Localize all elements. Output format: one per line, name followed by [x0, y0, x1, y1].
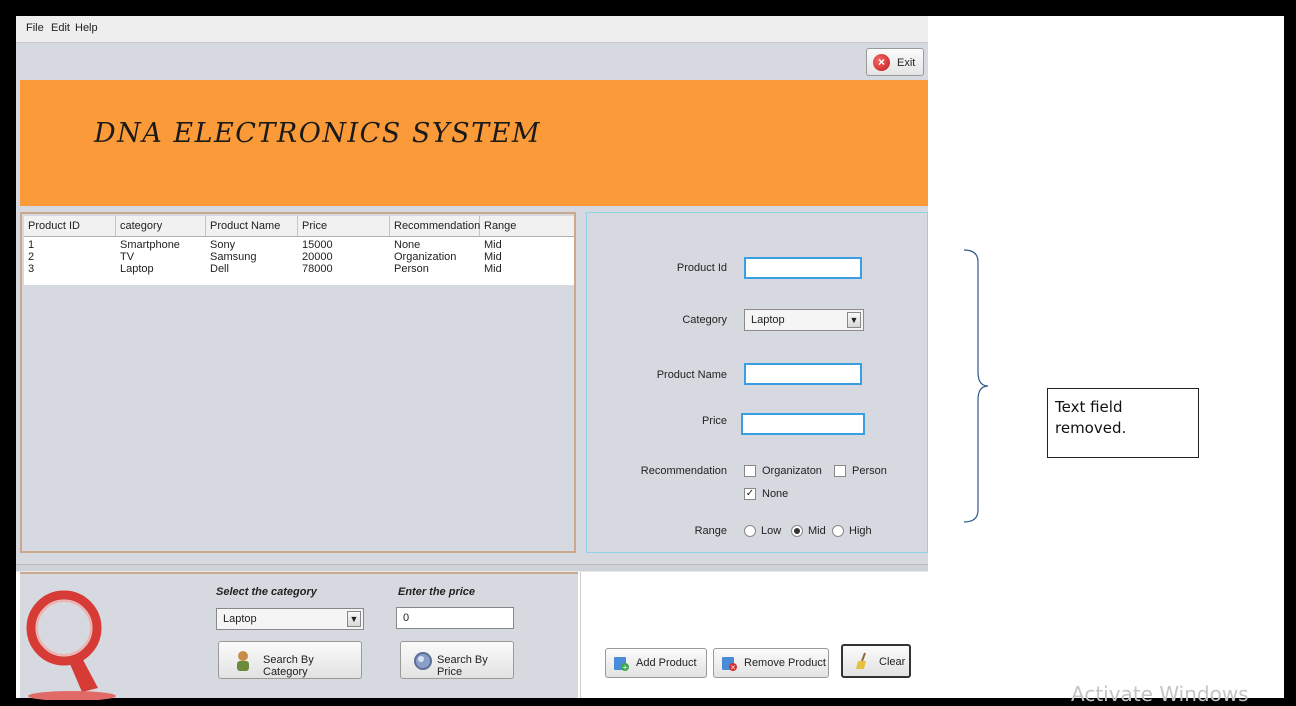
cell-product-name: Dell	[210, 263, 229, 275]
magnifier-logo-icon	[26, 590, 116, 700]
cell-recommendation: Organization	[394, 251, 457, 263]
range-label: Range	[694, 525, 727, 537]
none-option-label: None	[762, 488, 789, 500]
person-checkbox[interactable]	[834, 465, 846, 477]
range-high-radio[interactable]	[832, 525, 844, 537]
range-mid-label: Mid	[808, 525, 826, 537]
annotation-bracket	[964, 249, 988, 523]
range-low-radio[interactable]	[744, 525, 756, 537]
search-by-category-label: Search By Category	[263, 654, 314, 678]
cell-category: Smartphone	[120, 239, 180, 251]
product-name-label: Product Name	[656, 369, 727, 381]
table-header: Product ID category Product Name Price R…	[24, 216, 574, 237]
chevron-down-icon[interactable]: ▼	[347, 611, 361, 627]
header-banner: DNA ELECTRONICS SYSTEM	[20, 80, 928, 206]
column-header-product-name[interactable]: Product Name	[206, 216, 298, 236]
remove-product-button[interactable]: × Remove Product	[713, 648, 829, 678]
product-name-input[interactable]	[744, 363, 862, 385]
action-panel: + Add Product × Remove Product Clear	[580, 572, 929, 698]
cell-product-id: 2	[28, 251, 35, 263]
cell-range: Mid	[484, 251, 502, 263]
activate-windows-watermark: Activate Windows	[1071, 682, 1249, 706]
cell-price: 15000	[302, 239, 333, 251]
remove-product-label: Remove Product	[744, 657, 826, 669]
panel-divider	[16, 564, 928, 572]
table-row[interactable]: 3 Laptop Dell 78000 Person Mid	[24, 263, 574, 275]
chevron-down-icon[interactable]: ▼	[847, 312, 861, 328]
table-row[interactable]: 1 Smartphone Sony 15000 None Mid	[24, 239, 574, 251]
product-table-panel: Product ID category Product Name Price R…	[20, 212, 576, 553]
add-product-label: Add Product	[636, 657, 697, 669]
enter-price-heading: Enter the price	[398, 586, 476, 598]
cell-category: TV	[120, 251, 135, 263]
organization-checkbox[interactable]	[744, 465, 756, 477]
remove-product-icon: ×	[722, 657, 737, 672]
cell-product-name: Sony	[210, 239, 236, 251]
price-input[interactable]	[741, 413, 865, 435]
person-icon	[237, 651, 249, 671]
column-header-product-id[interactable]: Product ID	[24, 216, 116, 236]
product-id-label: Product Id	[676, 262, 727, 274]
organization-option-label: Organizaton	[762, 465, 822, 477]
search-icon	[414, 652, 432, 670]
cell-product-name: Samsung	[210, 251, 257, 263]
annotation-note: Text field removed.	[1047, 388, 1199, 458]
table-row[interactable]: 2 TV Samsung 20000 Organization Mid	[24, 251, 574, 263]
select-category-heading: Select the category	[216, 586, 317, 598]
exit-label: Exit	[897, 57, 916, 69]
category-select-value: Laptop	[751, 314, 785, 326]
svg-text:×: ×	[730, 664, 736, 672]
cell-price: 78000	[302, 263, 333, 275]
close-circle-icon: ×	[873, 54, 890, 71]
cell-price: 20000	[302, 251, 333, 263]
person-option-label: Person	[852, 465, 887, 477]
category-select[interactable]: Laptop ▼	[744, 309, 864, 331]
category-label: Category	[682, 314, 727, 326]
column-header-range[interactable]: Range	[480, 216, 574, 236]
none-checkbox[interactable]: ✓	[744, 488, 756, 500]
exit-button[interactable]: × Exit	[866, 48, 924, 76]
cell-range: Mid	[484, 239, 502, 251]
search-category-select[interactable]: Laptop ▼	[216, 608, 364, 630]
clear-button[interactable]: Clear	[841, 644, 911, 678]
product-form-panel: Product Id Category Laptop ▼ Product Nam…	[586, 212, 928, 553]
search-by-price-button[interactable]: Search By Price	[400, 641, 514, 679]
search-price-input[interactable]: 0	[396, 607, 514, 629]
clear-label: Clear	[879, 656, 906, 668]
screenshot-window: File Edit Help × Exit DNA ELECTRONICS SY…	[16, 16, 1284, 706]
add-product-icon: +	[614, 657, 629, 672]
application-window: File Edit Help × Exit DNA ELECTRONICS SY…	[16, 16, 929, 700]
add-product-button[interactable]: + Add Product	[605, 648, 707, 678]
broom-icon	[856, 652, 866, 669]
menu-help[interactable]: Help	[75, 22, 98, 34]
cell-range: Mid	[484, 263, 502, 275]
range-low-label: Low	[761, 525, 782, 537]
menu-bar: File Edit Help	[16, 16, 928, 43]
menu-edit[interactable]: Edit	[51, 22, 70, 34]
search-by-category-button[interactable]: Search By Category	[218, 641, 362, 679]
search-price-value: 0	[403, 612, 410, 624]
range-high-label: High	[849, 525, 872, 537]
svg-text:+: +	[622, 664, 628, 672]
range-mid-radio[interactable]	[791, 525, 803, 537]
menu-file[interactable]: File	[26, 22, 44, 34]
app-title: DNA ELECTRONICS SYSTEM	[94, 118, 542, 149]
cell-product-id: 3	[28, 263, 35, 275]
column-header-category[interactable]: category	[116, 216, 206, 236]
column-header-recommendation[interactable]: Recommendation	[390, 216, 480, 236]
product-table: Product ID category Product Name Price R…	[24, 216, 574, 286]
product-id-input[interactable]	[744, 257, 862, 279]
bottom-area: Select the category Laptop ▼ Enter the p…	[16, 572, 929, 700]
column-header-price[interactable]: Price	[298, 216, 390, 236]
recommendation-label: Recommendation	[640, 465, 727, 477]
search-category-value: Laptop	[223, 613, 257, 625]
price-label: Price	[701, 415, 727, 427]
cell-recommendation: Person	[394, 263, 429, 275]
table-body: 1 Smartphone Sony 15000 None Mid 2 TV Sa…	[24, 237, 574, 285]
cell-recommendation: None	[394, 239, 421, 251]
cell-product-id: 1	[28, 239, 35, 251]
cell-category: Laptop	[120, 263, 154, 275]
search-panel: Select the category Laptop ▼ Enter the p…	[20, 572, 578, 700]
search-by-price-label: Search By Price	[437, 654, 488, 678]
